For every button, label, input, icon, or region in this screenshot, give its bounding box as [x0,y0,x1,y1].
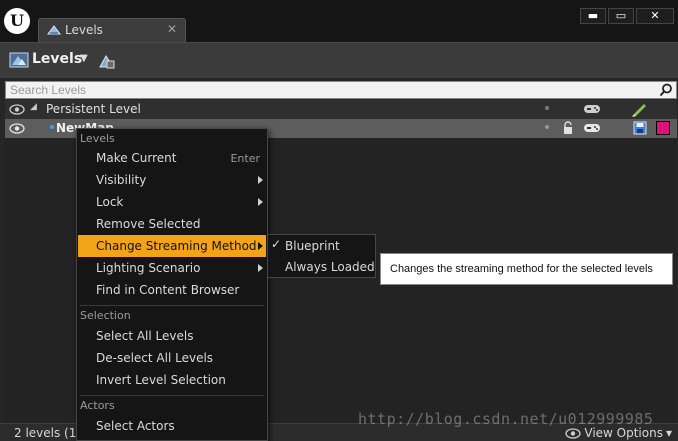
pencil-icon[interactable] [631,101,647,117]
levels-icon [47,25,61,35]
window-controls: ▬ ▭ ✕ [580,8,674,26]
menu-item-visibility[interactable]: Visibility [78,169,266,191]
menu-item-label: Make Current [96,151,177,165]
save-icon[interactable] [633,121,647,135]
tooltip-text: Changes the streaming method for the sel… [390,263,653,275]
menu-item-select-all-levels[interactable]: Select All Levels [78,325,266,347]
tooltip: Changes the streaming method for the sel… [380,253,673,285]
menu-divider [80,395,264,396]
current-level-dot-icon [50,125,54,129]
eye-icon[interactable] [9,123,25,134]
level-color-swatch[interactable] [656,121,670,135]
unreal-logo-icon: U [4,8,30,34]
menu-item-label: Select All Levels [96,329,194,343]
minimize-button[interactable]: ▬ [580,8,606,24]
menu-item-label: Remove Selected [96,217,201,231]
menu-item-label: Find in Content Browser [96,283,240,297]
tab-label: Levels [65,23,103,37]
maximize-button[interactable]: ▭ [608,8,634,24]
lock-icon[interactable] [561,121,575,135]
menu-item-make-current[interactable]: Make Current Enter [78,147,266,169]
menu-item-lighting-scenario[interactable]: Lighting Scenario [78,257,266,279]
submenu-item-always-loaded[interactable]: Always Loaded [268,256,375,277]
menu-item-label: Visibility [96,173,147,187]
level-row-persistent[interactable]: ◢ Persistent Level [5,100,677,119]
level-dot-icon [545,125,549,129]
menu-item-select-actors[interactable]: Select Actors [78,415,266,437]
search-icon[interactable] [659,83,673,97]
watermark: http://blog.csdn.net/u012999985 [358,410,654,428]
menu-item-remove-selected[interactable]: Remove Selected [78,213,266,235]
levels-toolbar: Levels ▼ [0,42,678,78]
add-level-icon[interactable] [98,52,116,70]
submenu-arrow-icon [258,198,263,206]
search-box [5,81,677,99]
levels-menu-button[interactable]: Levels [32,51,82,67]
menu-item-label: Lock [96,195,124,209]
menu-item-label: De-select All Levels [96,351,214,365]
title-bar: U Levels ✕ ▬ ▭ ✕ [0,0,678,42]
submenu-arrow-icon [258,264,263,272]
menu-item-change-streaming-method[interactable]: Change Streaming Method [78,235,266,257]
menu-section-selection: Selection [80,309,131,322]
submenu-item-label: Always Loaded [285,260,375,274]
menu-item-label: Change Streaming Method [96,239,257,253]
tab-levels[interactable]: Levels ✕ [38,18,186,42]
menu-section-actors: Actors [80,399,115,412]
menu-item-label: Select Actors [96,419,175,433]
gamepad-icon[interactable] [583,122,601,134]
search-input[interactable] [6,82,656,98]
menu-divider [80,305,264,306]
submenu-item-blueprint[interactable]: ✓ Blueprint [268,235,375,256]
level-dot-icon [545,106,549,110]
eye-icon[interactable] [9,104,25,115]
expand-arrow-icon[interactable]: ◢ [30,102,37,112]
menu-section-levels: Levels [80,132,115,145]
menu-item-find-in-content-browser[interactable]: Find in Content Browser [78,279,266,301]
menu-item-deselect-all-levels[interactable]: De-select All Levels [78,347,266,369]
view-options-button[interactable]: View Options ▾ [565,426,672,440]
streaming-method-submenu: ✓ Blueprint Always Loaded [267,234,376,278]
menu-item-invert-level-selection[interactable]: Invert Level Selection [78,369,266,391]
submenu-arrow-icon [258,176,263,184]
levels-icon[interactable] [8,50,30,70]
level-name: Persistent Level [46,102,141,116]
tab-close-icon[interactable]: ✕ [167,22,177,36]
submenu-item-label: Blueprint [285,239,340,253]
eye-icon [565,427,582,439]
menu-item-label: Invert Level Selection [96,373,226,387]
chevron-down-icon[interactable]: ▼ [80,53,88,64]
view-options-label: View Options [584,426,663,440]
chevron-down-icon: ▾ [665,426,672,440]
level-context-menu: Levels Make Current Enter Visibility Loc… [76,128,268,441]
close-window-button[interactable]: ✕ [636,8,674,24]
menu-item-lock[interactable]: Lock [78,191,266,213]
checkmark-icon: ✓ [271,237,282,251]
menu-item-label: Lighting Scenario [96,261,201,275]
gamepad-icon[interactable] [583,103,601,115]
submenu-arrow-icon [258,242,263,250]
menu-item-shortcut: Enter [230,152,260,165]
